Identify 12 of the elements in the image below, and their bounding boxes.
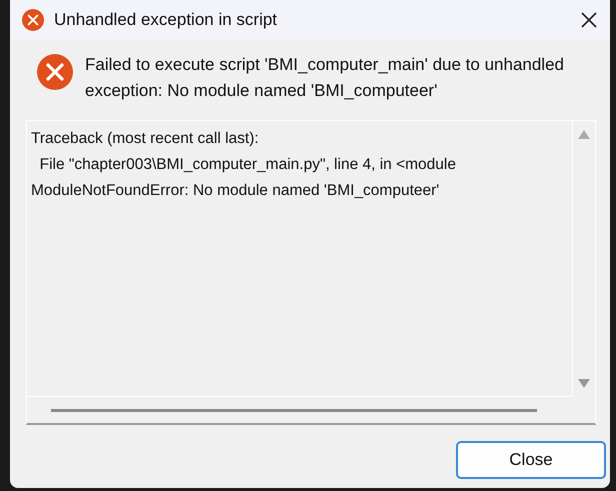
error-icon bbox=[37, 54, 73, 90]
error-icon bbox=[22, 9, 44, 31]
traceback-line: Traceback (most recent call last): bbox=[31, 129, 259, 149]
scroll-down-icon[interactable] bbox=[578, 379, 590, 389]
scrollbar-thumb[interactable] bbox=[51, 408, 537, 412]
window-title: Unhandled exception in script bbox=[54, 10, 278, 30]
traceback-line: ModuleNotFoundError: No module named 'BMI_computeer' bbox=[31, 181, 440, 201]
error-message: Failed to execute script 'BMI_computer_main' due to unhandled exception: No module named 'BMI_computeer' bbox=[85, 54, 565, 102]
traceback-line: File "chapter003\BMI_computer_main.py", line 4, in <module bbox=[38, 155, 456, 175]
close-button[interactable]: Close bbox=[456, 441, 606, 479]
close-icon[interactable] bbox=[580, 11, 598, 29]
scroll-up-icon[interactable] bbox=[578, 129, 590, 139]
